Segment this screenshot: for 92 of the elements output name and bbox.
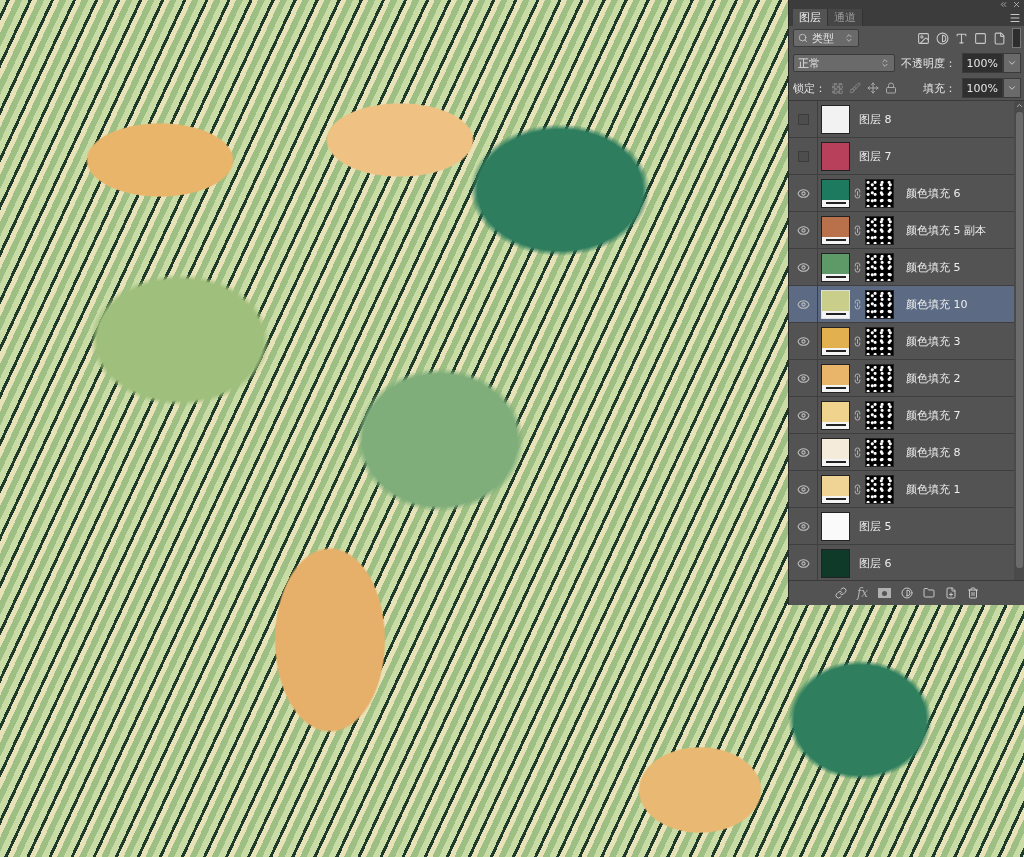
mask-thumbnail <box>865 252 894 282</box>
visibility-eye-icon[interactable] <box>796 371 810 385</box>
adjustment-icon[interactable] <box>901 587 914 599</box>
lock-label: 锁定： <box>793 80 826 96</box>
layer-row[interactable]: 图层 7 <box>789 138 1014 175</box>
mask-thumbnail <box>865 437 894 467</box>
layer-name: 颜色填充 5 副本 <box>906 222 986 238</box>
visibility-eye-icon[interactable] <box>796 445 810 459</box>
scrollbar[interactable] <box>1014 101 1024 580</box>
lock-brush-icon[interactable] <box>849 82 861 94</box>
mask-thumbnail <box>865 474 894 504</box>
new-layer-icon[interactable] <box>945 587 958 599</box>
mask-thumbnail <box>865 215 894 245</box>
filter-toggle[interactable] <box>1012 28 1021 48</box>
visibility-eye-icon[interactable] <box>796 297 810 311</box>
visibility-eye-icon[interactable] <box>796 482 810 496</box>
blend-mode-dropdown[interactable]: 正常 <box>793 54 895 72</box>
visibility-eye-icon[interactable] <box>796 223 810 237</box>
scroll-up-icon[interactable] <box>1015 101 1024 110</box>
mask-thumbnail <box>865 289 894 319</box>
visibility-eye-icon[interactable] <box>796 408 810 422</box>
fill-label: 填充： <box>922 80 956 96</box>
caret-icon <box>1007 58 1017 68</box>
lock-transparency-icon[interactable] <box>832 82 843 94</box>
mask-thumbnail <box>865 326 894 356</box>
caret-icon <box>1007 83 1017 93</box>
panel-tab[interactable]: 通道 <box>828 9 863 26</box>
chain-link-icon[interactable] <box>852 298 863 310</box>
layer-row[interactable]: 颜色填充 1 <box>789 471 1014 508</box>
lock-move-icon[interactable] <box>867 82 879 94</box>
panel-tab[interactable]: 图层 <box>793 9 828 26</box>
chain-link-icon[interactable] <box>852 446 863 458</box>
smart-object-filter-icon[interactable] <box>993 31 1006 45</box>
filter-dropdown[interactable]: 类型 <box>793 29 859 47</box>
opacity-dropdown-button[interactable] <box>1003 53 1021 73</box>
chain-link-icon[interactable] <box>852 335 863 347</box>
opacity-label: 不透明度： <box>900 55 956 71</box>
chain-link-icon[interactable] <box>852 224 863 236</box>
updown-icon[interactable] <box>879 58 890 68</box>
fill-field[interactable]: 100% <box>961 78 1003 98</box>
image-filter-icon[interactable] <box>917 31 930 45</box>
mask-thumbnail <box>865 400 894 430</box>
chain-link-icon[interactable] <box>852 409 863 421</box>
layer-name: 颜色填充 1 <box>906 481 961 497</box>
layer-name: 颜色填充 3 <box>906 333 961 349</box>
layer-row[interactable]: 图层 8 <box>789 101 1014 138</box>
layer-row[interactable]: 颜色填充 10 <box>789 286 1014 323</box>
visibility-eye-icon[interactable] <box>796 519 810 533</box>
layer-row[interactable]: 颜色填充 7 <box>789 397 1014 434</box>
chain-link-icon[interactable] <box>852 187 863 199</box>
layer-name: 颜色填充 10 <box>906 296 968 312</box>
shape-filter-icon[interactable] <box>974 31 987 45</box>
chain-link-icon[interactable] <box>852 261 863 273</box>
add-mask-icon[interactable] <box>878 588 892 598</box>
effects-button[interactable]: fx <box>856 586 869 600</box>
folder-icon[interactable] <box>923 587 936 599</box>
type-filter-icon[interactable] <box>955 31 968 45</box>
layer-row[interactable]: 图层 5 <box>789 508 1014 545</box>
mask-thumbnail <box>865 178 894 208</box>
layer-row[interactable]: 颜色填充 5 <box>789 249 1014 286</box>
search-icon[interactable] <box>798 33 808 43</box>
layer-row[interactable]: 颜色填充 3 <box>789 323 1014 360</box>
visibility-eye-icon[interactable] <box>796 260 810 274</box>
layer-row[interactable]: 颜色填充 6 <box>789 175 1014 212</box>
layer-name: 图层 7 <box>859 148 892 164</box>
mask-thumbnail <box>865 363 894 393</box>
trash-icon[interactable] <box>967 587 980 599</box>
layer-name: 颜色填充 8 <box>906 444 961 460</box>
chain-link-icon[interactable] <box>852 483 863 495</box>
layer-name: 图层 6 <box>859 555 892 571</box>
layer-name: 颜色填充 6 <box>906 185 961 201</box>
adjustment-filter-icon[interactable] <box>936 31 949 45</box>
collapse-icon[interactable] <box>999 0 1008 9</box>
layer-name: 颜色填充 5 <box>906 259 961 275</box>
link-icon[interactable] <box>834 587 847 599</box>
layer-row[interactable]: 颜色填充 2 <box>789 360 1014 397</box>
opacity-field[interactable]: 100% <box>961 53 1003 73</box>
layer-row[interactable]: 颜色填充 5 副本 <box>789 212 1014 249</box>
visibility-eye-icon[interactable] <box>796 334 810 348</box>
layer-name: 图层 8 <box>859 111 892 127</box>
lock-icon[interactable] <box>885 82 897 94</box>
close-icon[interactable] <box>1012 0 1021 9</box>
layer-name: 图层 5 <box>859 518 892 534</box>
fill-dropdown-button[interactable] <box>1003 78 1021 98</box>
layer-name: 颜色填充 7 <box>906 407 961 423</box>
updown-icon[interactable] <box>844 33 854 43</box>
visibility-eye-icon[interactable] <box>796 556 810 570</box>
layer-name: 颜色填充 2 <box>906 370 961 386</box>
visibility-eye-icon[interactable] <box>796 186 810 200</box>
layer-row[interactable]: 颜色填充 8 <box>789 434 1014 471</box>
panel-menu-icon[interactable] <box>1009 11 1021 24</box>
chain-link-icon[interactable] <box>852 372 863 384</box>
